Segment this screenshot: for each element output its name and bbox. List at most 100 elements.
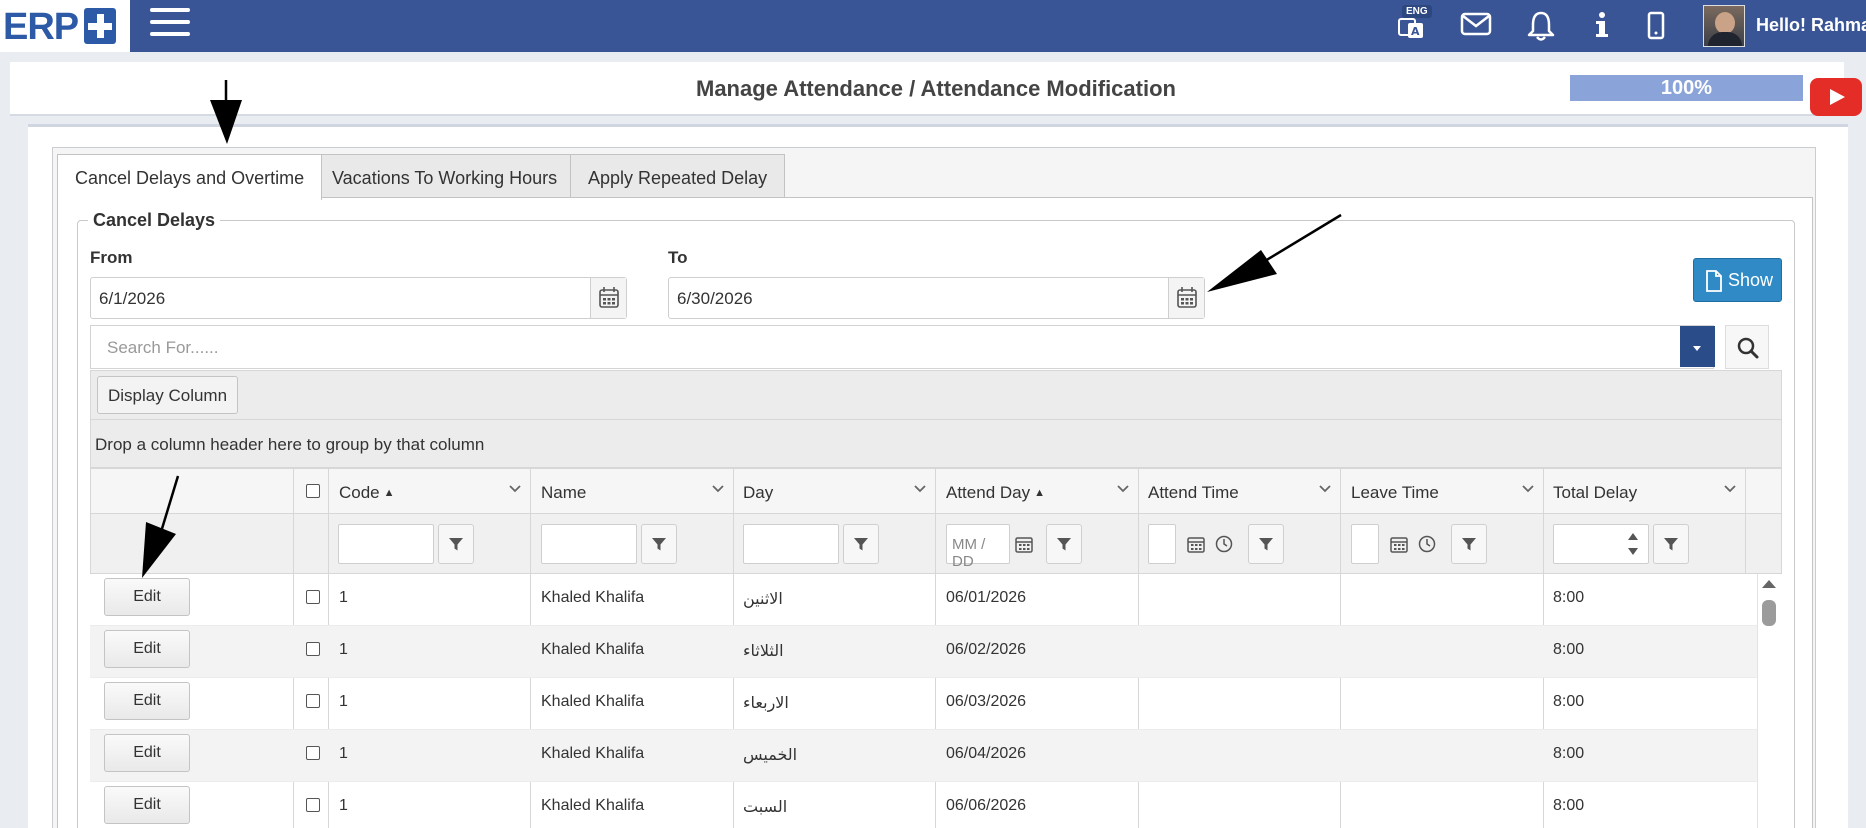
edit-button[interactable]: Edit bbox=[104, 786, 190, 824]
display-column-button[interactable]: Display Column bbox=[97, 376, 239, 414]
cell-total-delay: 8:00 bbox=[1553, 745, 1585, 762]
menu-toggle-button[interactable] bbox=[150, 4, 190, 42]
calendar-icon[interactable] bbox=[1168, 278, 1204, 318]
from-date-value[interactable]: 6/1/2026 bbox=[99, 289, 165, 309]
chevron-down-icon[interactable] bbox=[1518, 478, 1538, 498]
cell-total-delay: 8:00 bbox=[1553, 641, 1585, 658]
sort-ascending-icon: ▲ bbox=[1034, 487, 1045, 499]
cell-attend-day: 06/01/2026 bbox=[946, 589, 1027, 606]
from-date-field[interactable]: 6/1/2026 bbox=[90, 277, 627, 319]
code-filter-input[interactable] bbox=[338, 524, 434, 564]
erp-logo[interactable]: ERP bbox=[0, 0, 130, 52]
col-header-total-delay[interactable]: Total Delay bbox=[1553, 483, 1637, 503]
document-icon bbox=[1706, 270, 1722, 292]
youtube-icon[interactable] bbox=[1810, 78, 1862, 116]
edit-button[interactable]: Edit bbox=[104, 734, 190, 772]
chevron-down-icon[interactable] bbox=[1315, 478, 1335, 498]
col-header-day[interactable]: Day bbox=[743, 483, 773, 503]
sort-ascending-icon: ▲ bbox=[383, 487, 395, 499]
col-header-leave-time[interactable]: Leave Time bbox=[1351, 483, 1439, 503]
to-date-field[interactable]: 6/30/2026 bbox=[668, 277, 1205, 319]
cell-total-delay: 8:00 bbox=[1553, 797, 1585, 814]
search-icon bbox=[1737, 337, 1759, 359]
row-checkbox[interactable] bbox=[306, 798, 320, 812]
col-header-attend-day[interactable]: Attend Day ▲ bbox=[946, 483, 1045, 503]
search-input[interactable]: Search For...... bbox=[90, 325, 1714, 369]
calendar-icon[interactable] bbox=[1014, 534, 1034, 554]
row-checkbox[interactable] bbox=[306, 590, 320, 604]
scrollbar-thumb[interactable] bbox=[1762, 600, 1776, 626]
calendar-icon[interactable] bbox=[1186, 534, 1206, 554]
bell-icon[interactable] bbox=[1526, 10, 1560, 44]
logo-text: ERP bbox=[3, 6, 79, 48]
group-hint: Drop a column header here to group by th… bbox=[95, 435, 485, 454]
leave-time-filter-input[interactable] bbox=[1351, 524, 1379, 564]
info-icon[interactable] bbox=[1590, 10, 1624, 44]
progress-text: 100% bbox=[1660, 77, 1713, 99]
show-button[interactable]: Show bbox=[1693, 258, 1782, 302]
attend-time-filter-input[interactable] bbox=[1148, 524, 1176, 564]
edit-button[interactable]: Edit bbox=[104, 682, 190, 720]
user-avatar[interactable] bbox=[1703, 5, 1745, 47]
chevron-down-icon[interactable] bbox=[910, 478, 930, 498]
filter-icon bbox=[449, 538, 463, 551]
scroll-up-icon[interactable] bbox=[1762, 580, 1776, 588]
mail-icon[interactable] bbox=[1460, 10, 1494, 44]
clock-icon[interactable] bbox=[1214, 534, 1234, 554]
to-date-value[interactable]: 6/30/2026 bbox=[677, 289, 753, 309]
tab-cancel-delays[interactable]: Cancel Delays and Overtime bbox=[57, 154, 323, 200]
tab-vacations-to-working-hours[interactable]: Vacations To Working Hours bbox=[314, 154, 576, 198]
filter-icon bbox=[1664, 538, 1678, 551]
cell-day: الخميس bbox=[743, 747, 798, 764]
attend-day-filter-input[interactable]: MM / DD bbox=[946, 524, 1010, 570]
cell-name: Khaled Khalifa bbox=[541, 745, 645, 762]
select-all-checkbox[interactable] bbox=[306, 484, 320, 498]
grid-toolbar bbox=[90, 370, 1782, 420]
calendar-icon[interactable] bbox=[1389, 534, 1409, 554]
edit-button[interactable]: Edit bbox=[104, 578, 190, 616]
col-header-code[interactable]: Code ▲ bbox=[339, 483, 395, 503]
cell-day: الاربعاء bbox=[743, 695, 789, 712]
stepper-icon[interactable] bbox=[1622, 528, 1644, 560]
cell-name: Khaled Khalifa bbox=[541, 693, 645, 710]
cell-name: Khaled Khalifa bbox=[541, 589, 645, 606]
cell-code: 1 bbox=[339, 745, 348, 762]
chevron-down-icon[interactable] bbox=[1113, 478, 1133, 498]
chevron-down-icon[interactable] bbox=[1720, 478, 1740, 498]
edit-button[interactable]: Edit bbox=[104, 630, 190, 668]
cell-day: السبت bbox=[743, 799, 788, 816]
cell-name: Khaled Khalifa bbox=[541, 797, 645, 814]
search-button[interactable] bbox=[1725, 325, 1769, 369]
user-greeting[interactable]: Hello! Rahma bbox=[1756, 15, 1866, 36]
svg-text:A: A bbox=[1411, 25, 1420, 38]
tab-apply-repeated-delay[interactable]: Apply Repeated Delay bbox=[570, 154, 786, 198]
title-bar: Manage Attendance / Attendance Modificat… bbox=[10, 62, 1862, 116]
filter-icon bbox=[1462, 538, 1476, 551]
search-dropdown-button[interactable] bbox=[1680, 326, 1715, 367]
cell-day: الاثنين bbox=[743, 591, 783, 608]
col-header-attend-time[interactable]: Attend Time bbox=[1148, 483, 1239, 503]
filter-icon bbox=[1259, 538, 1273, 551]
row-checkbox[interactable] bbox=[306, 642, 320, 656]
col-header-name[interactable]: Name bbox=[541, 483, 586, 503]
language-badge[interactable]: ENG bbox=[1402, 5, 1432, 18]
progress-bar: 100% bbox=[1570, 75, 1803, 101]
mobile-icon[interactable] bbox=[1644, 10, 1678, 44]
chevron-down-icon[interactable] bbox=[505, 478, 525, 498]
cell-attend-day: 06/02/2026 bbox=[946, 641, 1027, 658]
row-checkbox[interactable] bbox=[306, 746, 320, 760]
calendar-icon[interactable] bbox=[590, 278, 626, 318]
cell-total-delay: 8:00 bbox=[1553, 693, 1585, 710]
show-button-label: Show bbox=[1728, 270, 1774, 290]
filter-icon bbox=[1057, 538, 1071, 551]
day-filter-input[interactable] bbox=[743, 524, 839, 564]
plus-icon bbox=[84, 8, 116, 44]
clock-icon[interactable] bbox=[1417, 534, 1437, 554]
name-filter-input[interactable] bbox=[541, 524, 637, 564]
cell-name: Khaled Khalifa bbox=[541, 641, 645, 658]
chevron-down-icon[interactable] bbox=[708, 478, 728, 498]
filter-icon bbox=[854, 538, 868, 551]
row-checkbox[interactable] bbox=[306, 694, 320, 708]
filter-icon bbox=[652, 538, 666, 551]
fieldset-legend: Cancel Delays bbox=[88, 210, 221, 231]
